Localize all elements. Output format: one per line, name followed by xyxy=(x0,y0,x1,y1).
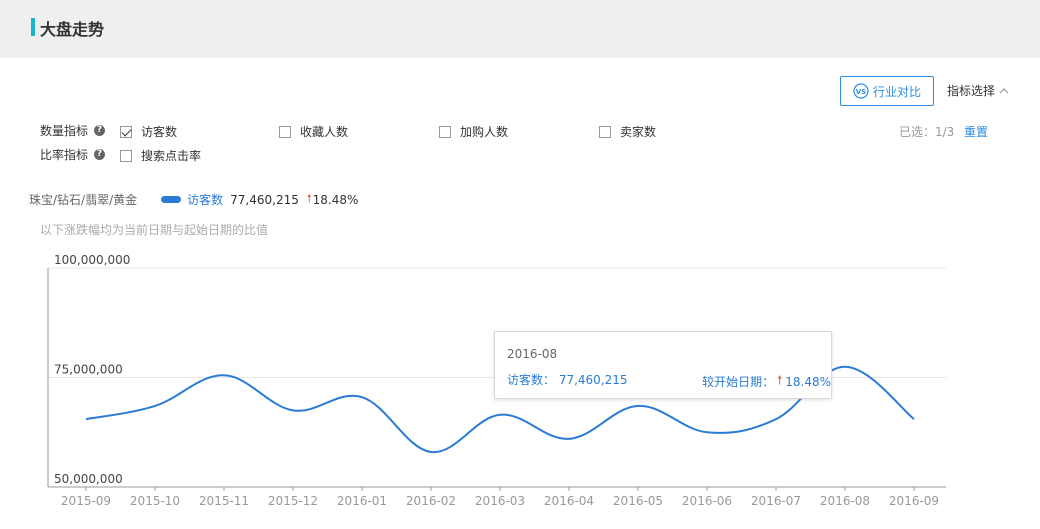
x-tick-label: 2016-05 xyxy=(613,494,663,508)
x-tick-label: 2016-01 xyxy=(337,494,387,508)
x-tick-label: 2016-04 xyxy=(544,494,594,508)
x-tick-label: 2015-12 xyxy=(268,494,318,508)
x-tick-label: 2016-07 xyxy=(751,494,801,508)
up-arrow-icon: 🠕 xyxy=(777,373,783,387)
y-tick-label: 75,000,000 xyxy=(54,363,123,377)
tooltip-change-value: 18.48% xyxy=(785,374,831,389)
tooltip-date: 2016-08 xyxy=(507,347,558,361)
tooltip-change: 较开始日期： 🠕 18.48% xyxy=(702,371,831,392)
chart-tooltip: 2016-08 访客数： 77,460,215 较开始日期： 🠕 18.48% xyxy=(494,331,832,399)
tooltip-visitors: 访客数： 77,460,215 xyxy=(507,373,628,387)
y-tick-label: 100,000,000 xyxy=(54,253,130,267)
tooltip-change-label: 较开始日期： xyxy=(702,375,775,389)
x-tick-label: 2016-08 xyxy=(820,494,870,508)
x-tick-label: 2016-09 xyxy=(889,494,939,508)
x-tick-label: 2015-11 xyxy=(199,494,249,508)
y-tick-label: 50,000,000 xyxy=(54,472,123,486)
x-tick-label: 2015-09 xyxy=(61,494,111,508)
x-tick-label: 2016-03 xyxy=(475,494,525,508)
trend-chart: 100,000,000 75,000,000 50,000,000 2015-09 20… xyxy=(47,253,946,508)
x-tick-label: 2016-02 xyxy=(406,494,456,508)
x-tick-label: 2015-10 xyxy=(130,494,180,508)
x-tick-label: 2016-06 xyxy=(682,494,732,508)
